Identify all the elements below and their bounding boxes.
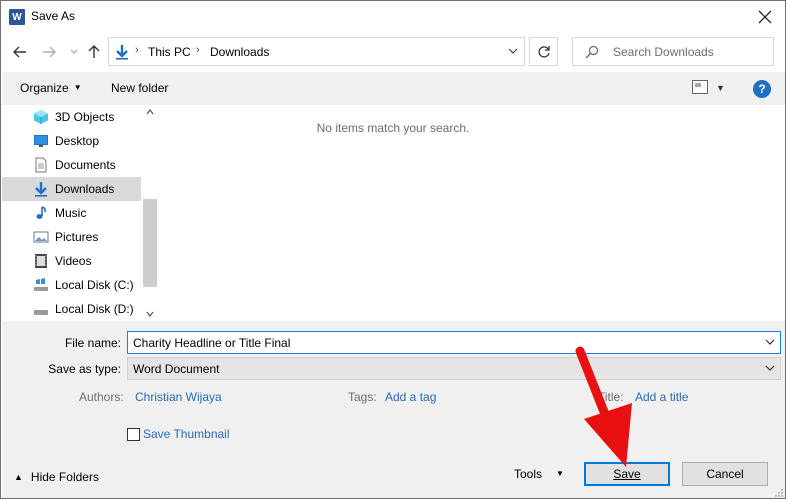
sidebar-item-label: Music: [55, 206, 87, 220]
search-input[interactable]: [613, 44, 763, 60]
chevron-down-icon[interactable]: [765, 337, 775, 348]
tools-button[interactable]: Tools ▼: [514, 467, 564, 481]
close-button[interactable]: [753, 5, 777, 29]
caret-down-icon: ▼: [556, 469, 564, 478]
breadcrumb-this-pc[interactable]: This PC: [148, 45, 191, 59]
save-thumbnail-label[interactable]: Save Thumbnail: [143, 427, 230, 441]
sidebar-item-label: Downloads: [55, 182, 115, 196]
navpane-scrollbar[interactable]: [142, 105, 158, 321]
add-tag-link[interactable]: Add a tag: [385, 390, 436, 404]
view-options-icon[interactable]: [692, 80, 708, 94]
authors-label: Authors:: [79, 390, 124, 404]
authors-value[interactable]: Christian Wijaya: [135, 390, 222, 404]
hide-folders-button[interactable]: ▲ Hide Folders: [14, 470, 99, 484]
sidebar-item-downloads[interactable]: Downloads: [2, 177, 141, 201]
forward-button[interactable]: [39, 42, 59, 62]
sidebar-item-label: Videos: [55, 254, 92, 268]
pictures-icon: [33, 231, 49, 243]
save-options-panel: File name: Save as type: Word Document A…: [2, 321, 785, 498]
save-thumbnail-checkbox[interactable]: [127, 428, 140, 441]
window-title: Save As: [31, 9, 76, 23]
scroll-up-icon[interactable]: [146, 107, 154, 117]
search-icon: [585, 45, 599, 59]
save-type-value: Word Document: [133, 362, 220, 376]
refresh-icon: [537, 45, 550, 58]
navigation-pane: 3D Objects Desktop Documents Downloads M…: [2, 105, 158, 321]
file-name-label: File name:: [64, 336, 121, 350]
sidebar-item-pictures[interactable]: Pictures: [2, 225, 141, 249]
command-toolbar: Organize ▼ New folder ▼ ?: [2, 72, 785, 105]
file-name-input[interactable]: [133, 335, 743, 351]
videos-icon: [35, 254, 47, 268]
sidebar-item-documents[interactable]: Documents: [2, 153, 141, 177]
save-type-select[interactable]: Word Document: [127, 357, 781, 380]
documents-icon: [35, 157, 47, 173]
desktop-icon: [34, 135, 48, 147]
back-button[interactable]: [10, 42, 30, 62]
file-name-field[interactable]: [127, 331, 781, 354]
sidebar-item-label: Documents: [55, 158, 116, 172]
caret-down-icon: ▼: [73, 83, 82, 92]
word-app-icon: W: [9, 9, 25, 25]
add-title-link[interactable]: Add a title: [635, 390, 688, 404]
scrollbar-thumb[interactable]: [143, 199, 157, 287]
empty-message: No items match your search.: [316, 121, 470, 135]
sidebar-item-label: Pictures: [55, 230, 99, 244]
chevron-up-icon: ▲: [14, 472, 23, 482]
search-box[interactable]: [572, 37, 774, 66]
recent-locations-button[interactable]: [64, 42, 84, 62]
chevron-down-icon: [765, 363, 775, 374]
help-icon[interactable]: ?: [753, 80, 771, 98]
chevron-right-icon: ›: [196, 44, 200, 56]
up-button[interactable]: [84, 42, 104, 62]
downloads-icon: [35, 182, 47, 197]
save-label: Save: [613, 467, 641, 481]
sidebar-item-local-disk-d[interactable]: Local Disk (D:): [2, 297, 141, 321]
organize-label: Organize: [20, 81, 69, 95]
chevron-down-icon: [508, 48, 518, 54]
resize-grip-icon[interactable]: [774, 488, 784, 498]
hide-folders-label: Hide Folders: [30, 470, 99, 484]
new-folder-button[interactable]: New folder: [111, 81, 168, 95]
title-label: Title:: [598, 390, 624, 404]
address-row: › This PC › Downloads: [1, 33, 785, 71]
tags-label: Tags:: [348, 390, 377, 404]
refresh-button[interactable]: [529, 37, 558, 66]
sidebar-item-label: Local Disk (D:): [55, 302, 134, 316]
downloads-icon: [116, 45, 128, 60]
address-dropdown-button[interactable]: [508, 46, 518, 57]
chevron-right-icon: ›: [135, 44, 139, 56]
music-icon: [36, 206, 46, 219]
scroll-down-icon[interactable]: [146, 309, 154, 319]
save-button[interactable]: Save: [584, 462, 670, 486]
sidebar-item-music[interactable]: Music: [2, 201, 141, 225]
drive-icon: [34, 310, 48, 315]
breadcrumb-downloads[interactable]: Downloads: [210, 45, 269, 59]
chevron-down-icon: [70, 49, 78, 54]
organize-button[interactable]: Organize ▼: [20, 81, 82, 95]
title-bar: W Save As: [1, 1, 785, 33]
file-list[interactable]: No items match your search.: [159, 105, 785, 321]
arrow-left-icon: [13, 46, 26, 58]
save-type-label: Save as type:: [48, 362, 121, 376]
save-as-dialog: W Save As › This PC › Downloads Search D…: [0, 0, 786, 499]
arrow-up-icon: [88, 45, 100, 58]
drive-icon: [34, 278, 48, 291]
arrow-right-icon: [43, 46, 56, 58]
sidebar-item-label: Local Disk (C:): [55, 278, 134, 292]
cancel-button[interactable]: Cancel: [682, 462, 768, 486]
tools-label: Tools: [514, 467, 543, 481]
sidebar-item-videos[interactable]: Videos: [2, 249, 141, 273]
close-icon: [758, 10, 772, 24]
address-bar[interactable]: › This PC › Downloads: [108, 37, 525, 66]
caret-down-icon[interactable]: ▼: [716, 83, 725, 93]
sidebar-item-local-disk-c[interactable]: Local Disk (C:): [2, 273, 141, 297]
sidebar-item-label: Desktop: [55, 134, 100, 148]
